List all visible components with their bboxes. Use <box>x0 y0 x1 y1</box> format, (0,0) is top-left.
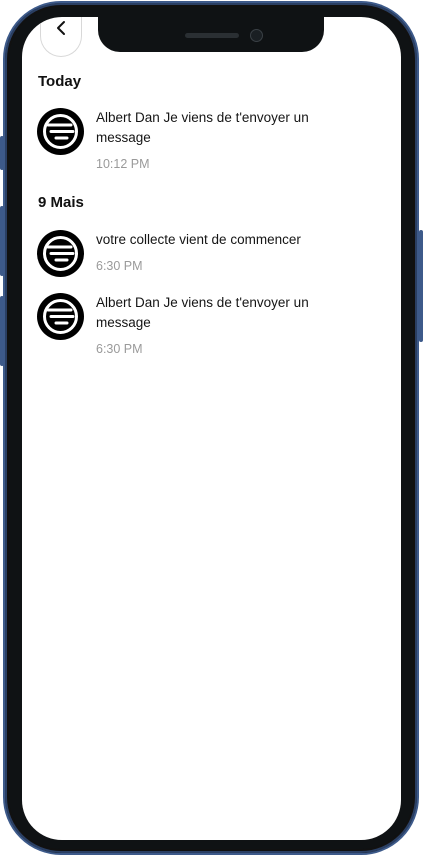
notification-item[interactable]: Albert Dan Je viens de t'envoyer un mess… <box>37 293 377 363</box>
screen: Today Albert Dan Je viens de t'envoyer u… <box>22 17 401 840</box>
back-button[interactable] <box>40 17 82 57</box>
front-camera <box>250 29 263 42</box>
notification-message: Albert Dan Je viens de t'envoyer un mess… <box>96 295 309 330</box>
volume-up-button <box>0 206 4 276</box>
notification-time: 10:12 PM <box>96 157 150 171</box>
volume-down-button <box>0 296 4 366</box>
camera-notch <box>98 17 324 52</box>
notification-item[interactable]: votre collecte vient de commencer 6:30 P… <box>37 230 377 280</box>
app-logo-icon <box>37 293 84 340</box>
chevron-left-icon <box>55 20 67 41</box>
notification-message: votre collecte vient de commencer <box>96 232 301 247</box>
notification-time: 6:30 PM <box>96 259 143 273</box>
app-logo-icon <box>37 108 84 155</box>
notification-time: 6:30 PM <box>96 342 143 356</box>
power-button <box>419 230 423 342</box>
notification-message: Albert Dan Je viens de t'envoyer un mess… <box>96 110 309 145</box>
speaker-grille <box>185 33 239 38</box>
notification-item[interactable]: Albert Dan Je viens de t'envoyer un mess… <box>37 108 377 178</box>
section-title-today: Today <box>38 73 82 90</box>
mute-switch <box>0 136 4 170</box>
app-logo-icon <box>37 230 84 277</box>
section-title-9-mais: 9 Mais <box>38 194 84 211</box>
